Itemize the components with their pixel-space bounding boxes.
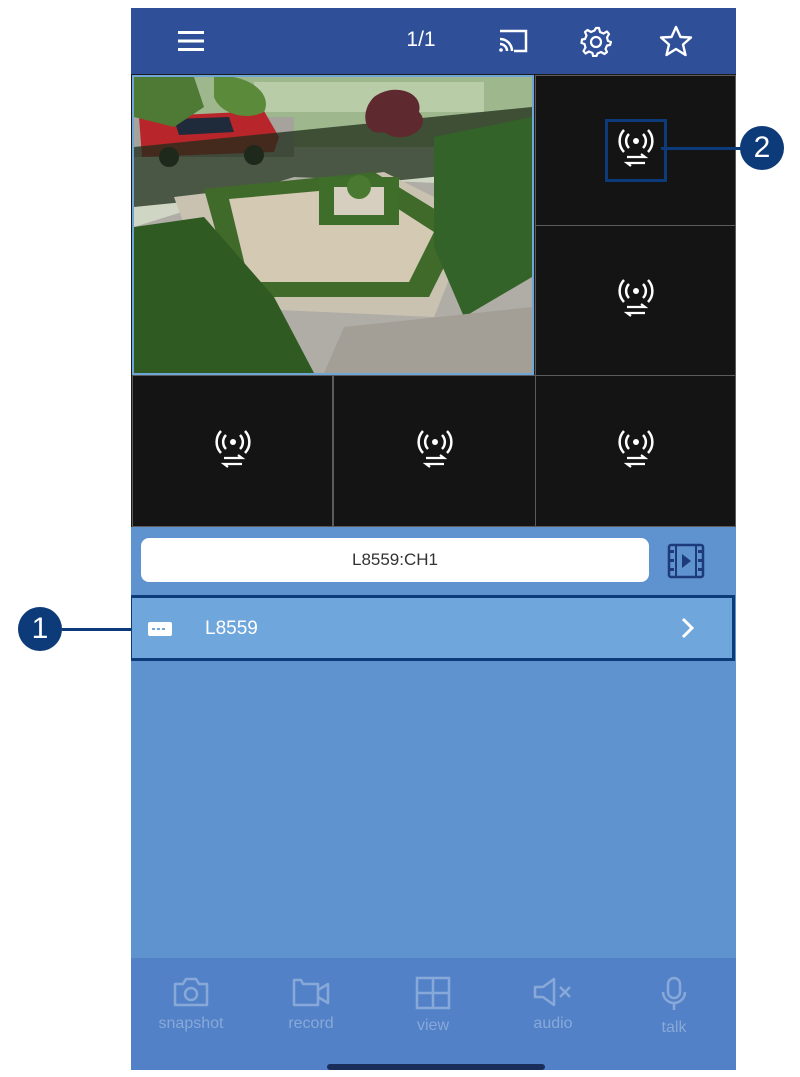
camera-grid [131, 74, 736, 527]
device-name: L8559 [205, 618, 258, 639]
home-indicator [327, 1064, 545, 1070]
grid-view-icon [415, 976, 451, 1010]
camera-ch3-no-signal[interactable] [535, 225, 736, 376]
record-button[interactable]: record [261, 976, 361, 1033]
wireless-signal-icon [614, 277, 658, 324]
cast-icon[interactable] [493, 21, 533, 61]
audio-muted-icon [533, 977, 571, 1007]
audio-label: audio [533, 1015, 573, 1032]
callout-1-badge: 1 [18, 607, 62, 651]
menu-icon[interactable] [171, 21, 211, 61]
camera-ch4-no-signal[interactable] [132, 375, 333, 527]
selected-channel-label: L8559:CH1 [141, 538, 649, 582]
bottom-toolbar: snapshot record view audio talk [131, 958, 736, 1070]
top-toolbar: 1/1 [131, 8, 736, 74]
playback-film-icon[interactable] [666, 541, 706, 581]
garden-camera-view [134, 77, 532, 373]
snapshot-button[interactable]: snapshot [141, 976, 241, 1033]
camera-ch6-no-signal[interactable] [535, 375, 736, 527]
wireless-signal-icon [211, 428, 255, 475]
callout-2-line [661, 147, 747, 150]
wireless-signal-icon [604, 119, 667, 182]
microphone-icon [661, 976, 687, 1010]
camera-ch5-no-signal[interactable] [333, 375, 536, 527]
callout-1-line [62, 628, 132, 631]
dvr-device-icon [148, 622, 172, 641]
talk-label: talk [661, 1019, 687, 1036]
callout-2-badge: 2 [740, 126, 784, 170]
snapshot-label: snapshot [158, 1015, 224, 1032]
view-button[interactable]: view [383, 976, 483, 1035]
page-indicator: 1/1 [406, 28, 436, 51]
app-screen: 1/1 L8559:CH1 L8559 snapshot record view… [131, 8, 736, 1070]
view-label: view [416, 1017, 449, 1034]
device-list-item[interactable]: L8559 [131, 595, 735, 661]
camera-feed-ch1[interactable] [132, 75, 534, 375]
audio-button[interactable]: audio [503, 976, 603, 1033]
record-label: record [288, 1015, 334, 1032]
settings-gear-icon[interactable] [576, 21, 616, 61]
talk-button[interactable]: talk [624, 976, 724, 1037]
camera-icon [173, 977, 209, 1007]
camera-ch2-no-signal[interactable] [535, 75, 736, 226]
wireless-signal-icon [614, 428, 658, 475]
video-camera-icon [292, 978, 330, 1007]
favorite-star-icon[interactable] [656, 21, 696, 61]
chevron-right-icon [680, 616, 696, 645]
wireless-signal-icon [413, 428, 457, 475]
